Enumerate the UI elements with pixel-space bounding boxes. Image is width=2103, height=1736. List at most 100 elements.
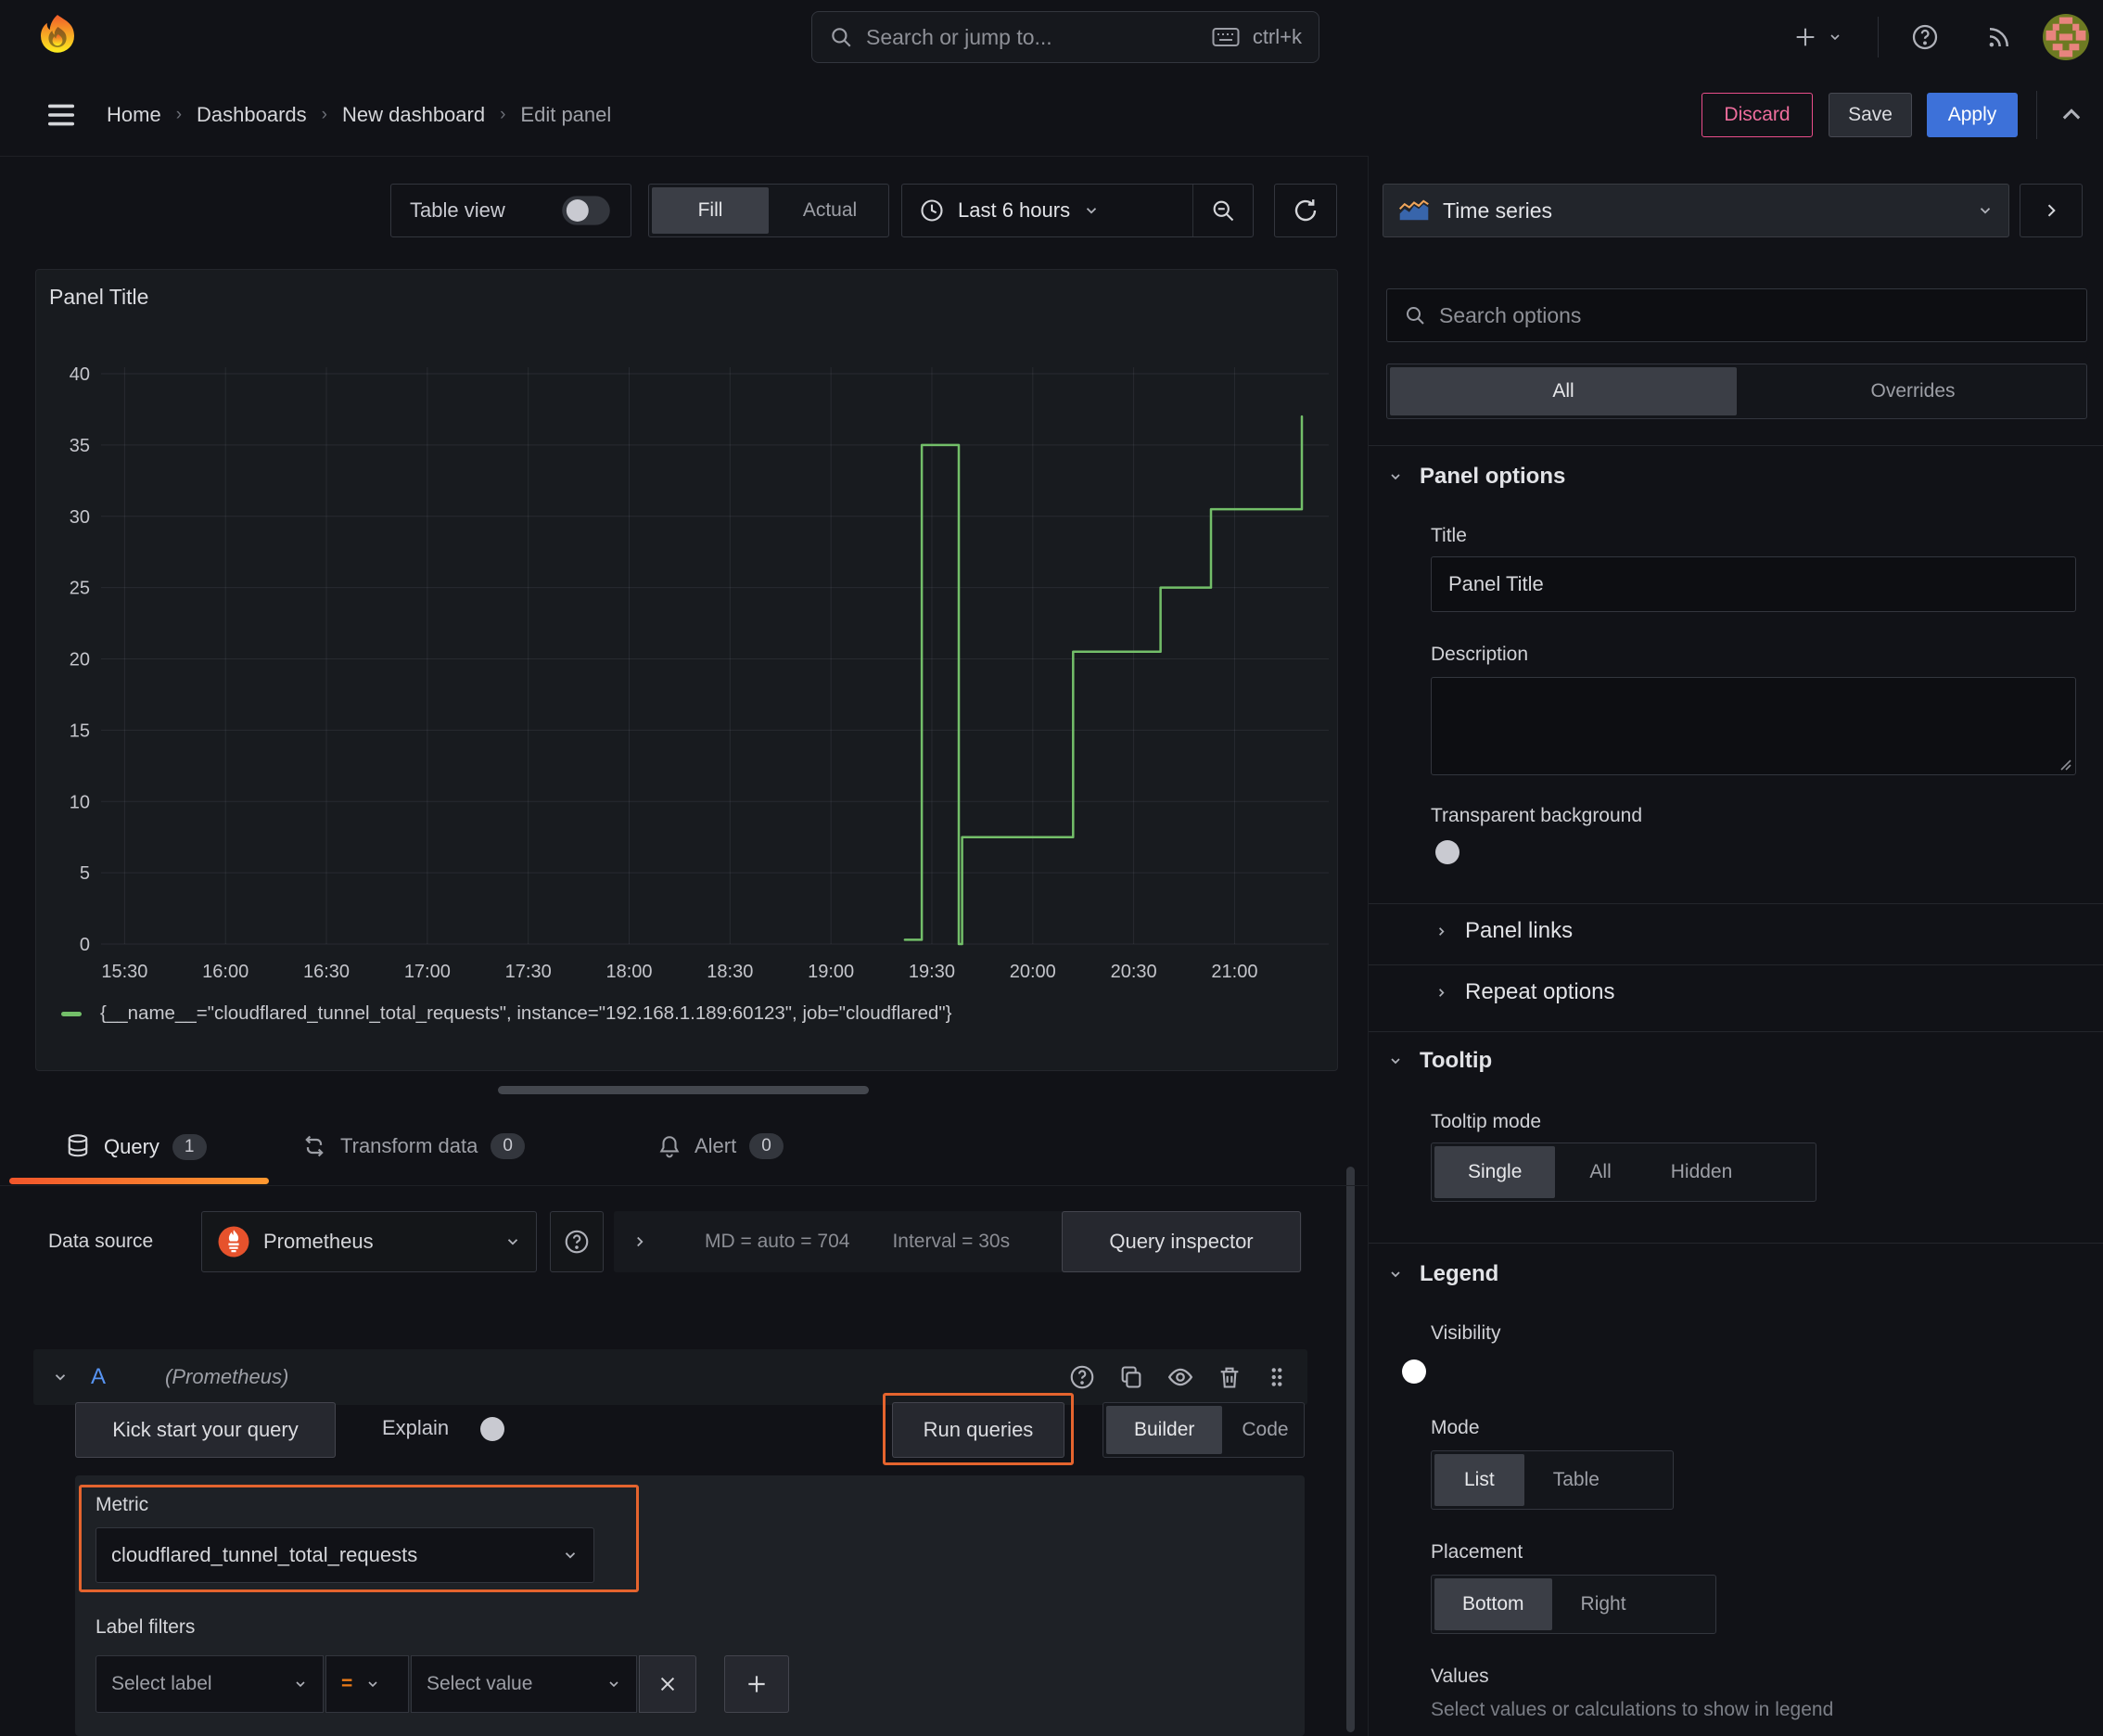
description-label: Description <box>1431 644 1529 665</box>
x-tick-label: 21:00 <box>1211 962 1257 982</box>
global-search-box[interactable]: Search or jump to... ctrl+k <box>811 11 1319 63</box>
zoom-out-button[interactable] <box>1193 185 1253 236</box>
legend-mode-list[interactable]: List <box>1434 1454 1524 1506</box>
legend-header[interactable]: Legend <box>1388 1261 1498 1287</box>
duplicate-query-icon[interactable] <box>1118 1364 1144 1390</box>
panel-links-header[interactable]: Panel links <box>1434 918 1573 944</box>
chevron-down-icon[interactable] <box>52 1369 69 1385</box>
chevron-down-icon <box>365 1677 380 1691</box>
refresh-button[interactable] <box>1274 184 1337 237</box>
tab-transform-data[interactable]: Transform data 0 <box>301 1133 525 1159</box>
panel-links-title: Panel links <box>1465 918 1574 943</box>
search-placeholder: Search or jump to... <box>866 24 1052 49</box>
query-help-icon[interactable] <box>1068 1363 1096 1391</box>
grafana-logo[interactable] <box>33 13 82 61</box>
legend-placement-right[interactable]: Right <box>1555 1576 1652 1633</box>
tooltip-header[interactable]: Tooltip <box>1388 1048 1492 1074</box>
select-label-dropdown[interactable]: Select label <box>96 1655 324 1713</box>
chevron-right-icon <box>1434 986 1448 1000</box>
y-tick-label: 30 <box>70 507 90 528</box>
panel-options-header[interactable]: Panel options <box>1388 464 1565 490</box>
legend-values-label: Values <box>1431 1666 1489 1687</box>
grafana-edit-panel-page: Search or jump to... ctrl+k Home › Dashb… <box>0 0 2103 1736</box>
panel-title-input[interactable]: Panel Title <box>1431 556 2076 612</box>
help-button[interactable] <box>1906 20 1944 54</box>
add-filter-button[interactable] <box>724 1655 789 1713</box>
legend-placement-bottom[interactable]: Bottom <box>1434 1578 1552 1630</box>
tooltip-mode-all[interactable]: All <box>1558 1143 1642 1201</box>
add-new-button[interactable] <box>1782 20 1853 54</box>
visualization-picker[interactable]: Time series <box>1383 184 2009 237</box>
breadcrumb-dashboards[interactable]: Dashboards <box>197 103 307 127</box>
remove-filter-button[interactable] <box>639 1655 696 1713</box>
x-tick-label: 16:30 <box>303 962 350 982</box>
repeat-options-title: Repeat options <box>1465 979 1615 1004</box>
fill-actual-switch: Fill Actual <box>648 184 889 237</box>
actual-option[interactable]: Actual <box>771 185 888 236</box>
editor-tabs-bar: Query 1 Transform data 0 Alert 0 <box>0 1120 1368 1186</box>
x-tick-label: 20:00 <box>1010 962 1056 982</box>
tooltip-mode-hidden[interactable]: Hidden <box>1643 1143 1761 1201</box>
tooltip-mode-single[interactable]: Single <box>1434 1146 1556 1198</box>
divider <box>1369 1031 2103 1032</box>
y-tick-label: 20 <box>70 650 90 670</box>
builder-option[interactable]: Builder <box>1106 1406 1223 1454</box>
data-source-help-button[interactable] <box>550 1211 604 1272</box>
legend-mode-table[interactable]: Table <box>1527 1451 1625 1509</box>
select-value-dropdown[interactable]: Select value <box>411 1655 637 1713</box>
pane-resize-handle[interactable] <box>498 1086 869 1094</box>
toggle-viz-list-button[interactable] <box>2020 184 2083 237</box>
tab-overrides[interactable]: Overrides <box>1740 364 2086 418</box>
legend-series-name[interactable]: {__name__="cloudflared_tunnel_total_requ… <box>100 1002 951 1025</box>
breadcrumb-new-dashboard[interactable]: New dashboard <box>342 103 485 127</box>
legend-mode-switch: List Table <box>1431 1450 1674 1510</box>
data-source-picker[interactable]: Prometheus <box>201 1211 537 1272</box>
news-rss-button[interactable] <box>1981 20 2018 54</box>
series-line[interactable] <box>903 415 1304 946</box>
scrollbar[interactable] <box>1346 1167 1355 1732</box>
metric-select[interactable]: cloudflared_tunnel_total_requests <box>96 1527 594 1583</box>
tab-alert[interactable]: Alert 0 <box>657 1133 784 1159</box>
search-options-input[interactable]: Search options <box>1386 288 2087 342</box>
drag-handle-icon[interactable] <box>1265 1364 1289 1390</box>
data-source-label: Data source <box>48 1231 154 1252</box>
query-inspector-button[interactable]: Query inspector <box>1062 1211 1301 1272</box>
chevron-down-icon <box>293 1677 308 1691</box>
repeat-options-header[interactable]: Repeat options <box>1434 979 1614 1005</box>
time-range-picker[interactable]: Last 6 hours <box>902 185 1192 236</box>
avatar[interactable] <box>2042 13 2090 61</box>
time-range-group: Last 6 hours <box>901 184 1254 237</box>
save-button[interactable]: Save <box>1829 93 1912 137</box>
all-overrides-tabs: All Overrides <box>1386 364 2087 419</box>
description-textarea[interactable] <box>1431 677 2076 775</box>
operator-dropdown[interactable]: = <box>325 1655 409 1713</box>
resize-handle-icon[interactable] <box>2057 756 2071 771</box>
discard-button[interactable]: Discard <box>1702 93 1813 137</box>
delete-query-icon[interactable] <box>1217 1364 1243 1390</box>
fill-option[interactable]: Fill <box>652 187 769 234</box>
collapse-header-button[interactable] <box>2051 96 2092 134</box>
table-view-toggle[interactable] <box>562 196 610 225</box>
operator-value: = <box>341 1673 353 1694</box>
menu-toggle-button[interactable] <box>41 98 82 132</box>
x-tick-label: 19:30 <box>909 962 955 982</box>
run-queries-button[interactable]: Run queries <box>892 1402 1064 1458</box>
query-ref-id[interactable]: A <box>91 1364 106 1390</box>
select-label-placeholder: Select label <box>111 1673 212 1694</box>
apply-button[interactable]: Apply <box>1927 93 2018 137</box>
x-tick-label: 20:30 <box>1111 962 1157 982</box>
tab-query[interactable]: Query 1 <box>65 1133 207 1161</box>
code-option[interactable]: Code <box>1225 1403 1305 1457</box>
toggle-visibility-icon[interactable] <box>1166 1363 1194 1391</box>
divider <box>1369 445 2103 446</box>
chevron-down-icon <box>1977 202 1994 219</box>
x-tick-label: 18:00 <box>605 962 652 982</box>
chevron-down-icon <box>1828 30 1842 45</box>
query-row-header[interactable]: A (Prometheus) <box>33 1349 1307 1405</box>
breadcrumb-home[interactable]: Home <box>107 103 161 127</box>
bell-icon <box>657 1133 682 1159</box>
chevron-down-icon <box>1388 469 1403 484</box>
kick-start-query-button[interactable]: Kick start your query <box>75 1402 336 1458</box>
tab-all[interactable]: All <box>1390 367 1737 415</box>
time-series-chart[interactable]: 0 5 10 15 20 25 30 35 40 15:30 16:00 16:30 17:00 17:3… <box>36 270 1339 1040</box>
